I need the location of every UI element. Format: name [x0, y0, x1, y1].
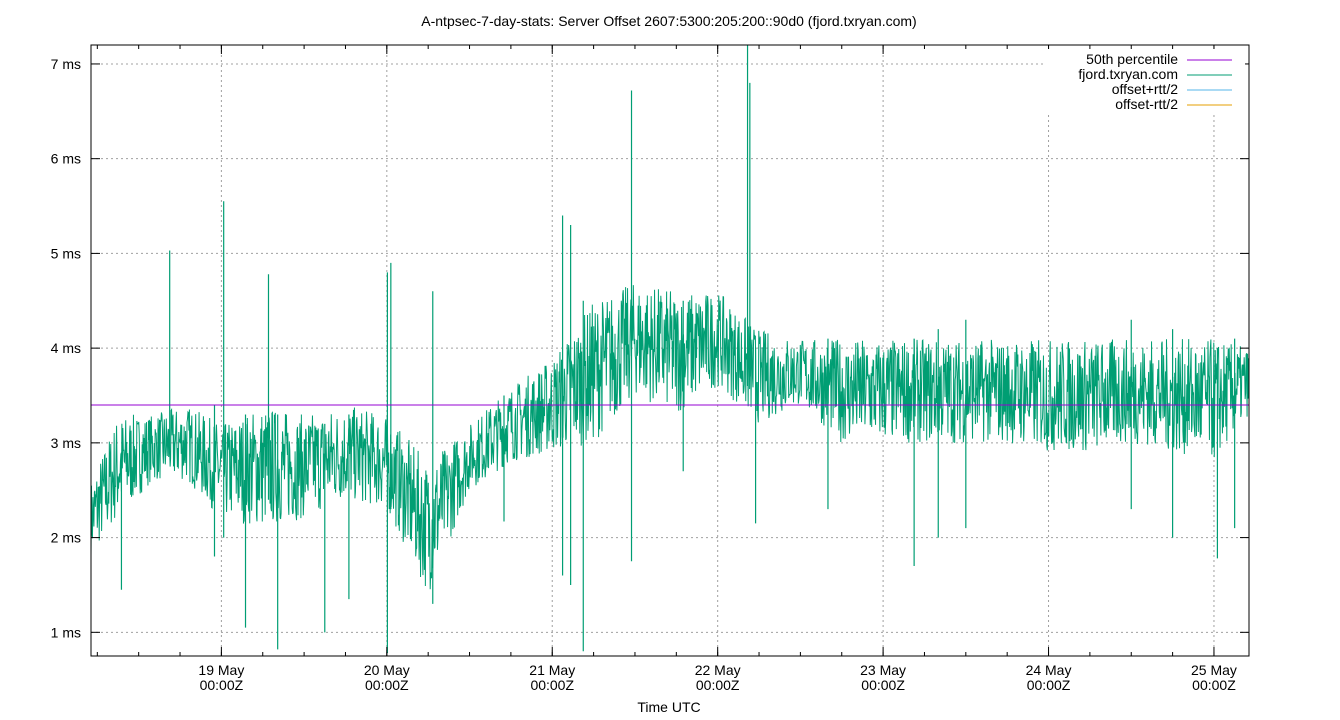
y-tick-label: 2 ms: [51, 530, 81, 546]
x-tick-label: 00:00Z: [696, 677, 740, 693]
x-tick-label: 00:00Z: [200, 677, 244, 693]
x-tick-label: 21 May: [529, 662, 575, 678]
x-tick-label: 00:00Z: [861, 677, 905, 693]
legend-label: offset+rtt/2: [1112, 81, 1178, 97]
x-tick-label: 23 May: [860, 662, 906, 678]
y-tick-label: 6 ms: [51, 151, 81, 167]
legend-label: fjord.txryan.com: [1078, 66, 1178, 82]
legend-label: 50th percentile: [1086, 51, 1178, 67]
y-tick-label: 3 ms: [51, 435, 81, 451]
series-line-fjord: [90, 285, 1250, 590]
x-tick-label: 25 May: [1191, 662, 1237, 678]
legend: 50th percentilefjord.txryan.comoffset+rt…: [1045, 49, 1245, 115]
y-tick-label: 7 ms: [51, 56, 81, 72]
x-tick-label: 20 May: [364, 662, 410, 678]
x-tick-label: 24 May: [1026, 662, 1072, 678]
chart-title: A-ntpsec-7-day-stats: Server Offset 2607…: [421, 13, 916, 29]
y-tick-label: 5 ms: [51, 245, 81, 261]
y-tick-label: 4 ms: [51, 340, 81, 356]
offset-chart: A-ntpsec-7-day-stats: Server Offset 2607…: [51, 13, 1250, 715]
x-tick-label: 19 May: [198, 662, 244, 678]
x-tick-label: 00:00Z: [530, 677, 574, 693]
x-axis-label: Time UTC: [637, 699, 700, 715]
legend-label: offset-rtt/2: [1115, 96, 1178, 112]
x-tick-label: 00:00Z: [1192, 677, 1236, 693]
y-tick-label: 1 ms: [51, 624, 81, 640]
x-tick-label: 22 May: [695, 662, 741, 678]
plot-area: [90, 45, 1250, 654]
x-tick-label: 00:00Z: [365, 677, 409, 693]
x-tick-label: 00:00Z: [1027, 677, 1071, 693]
